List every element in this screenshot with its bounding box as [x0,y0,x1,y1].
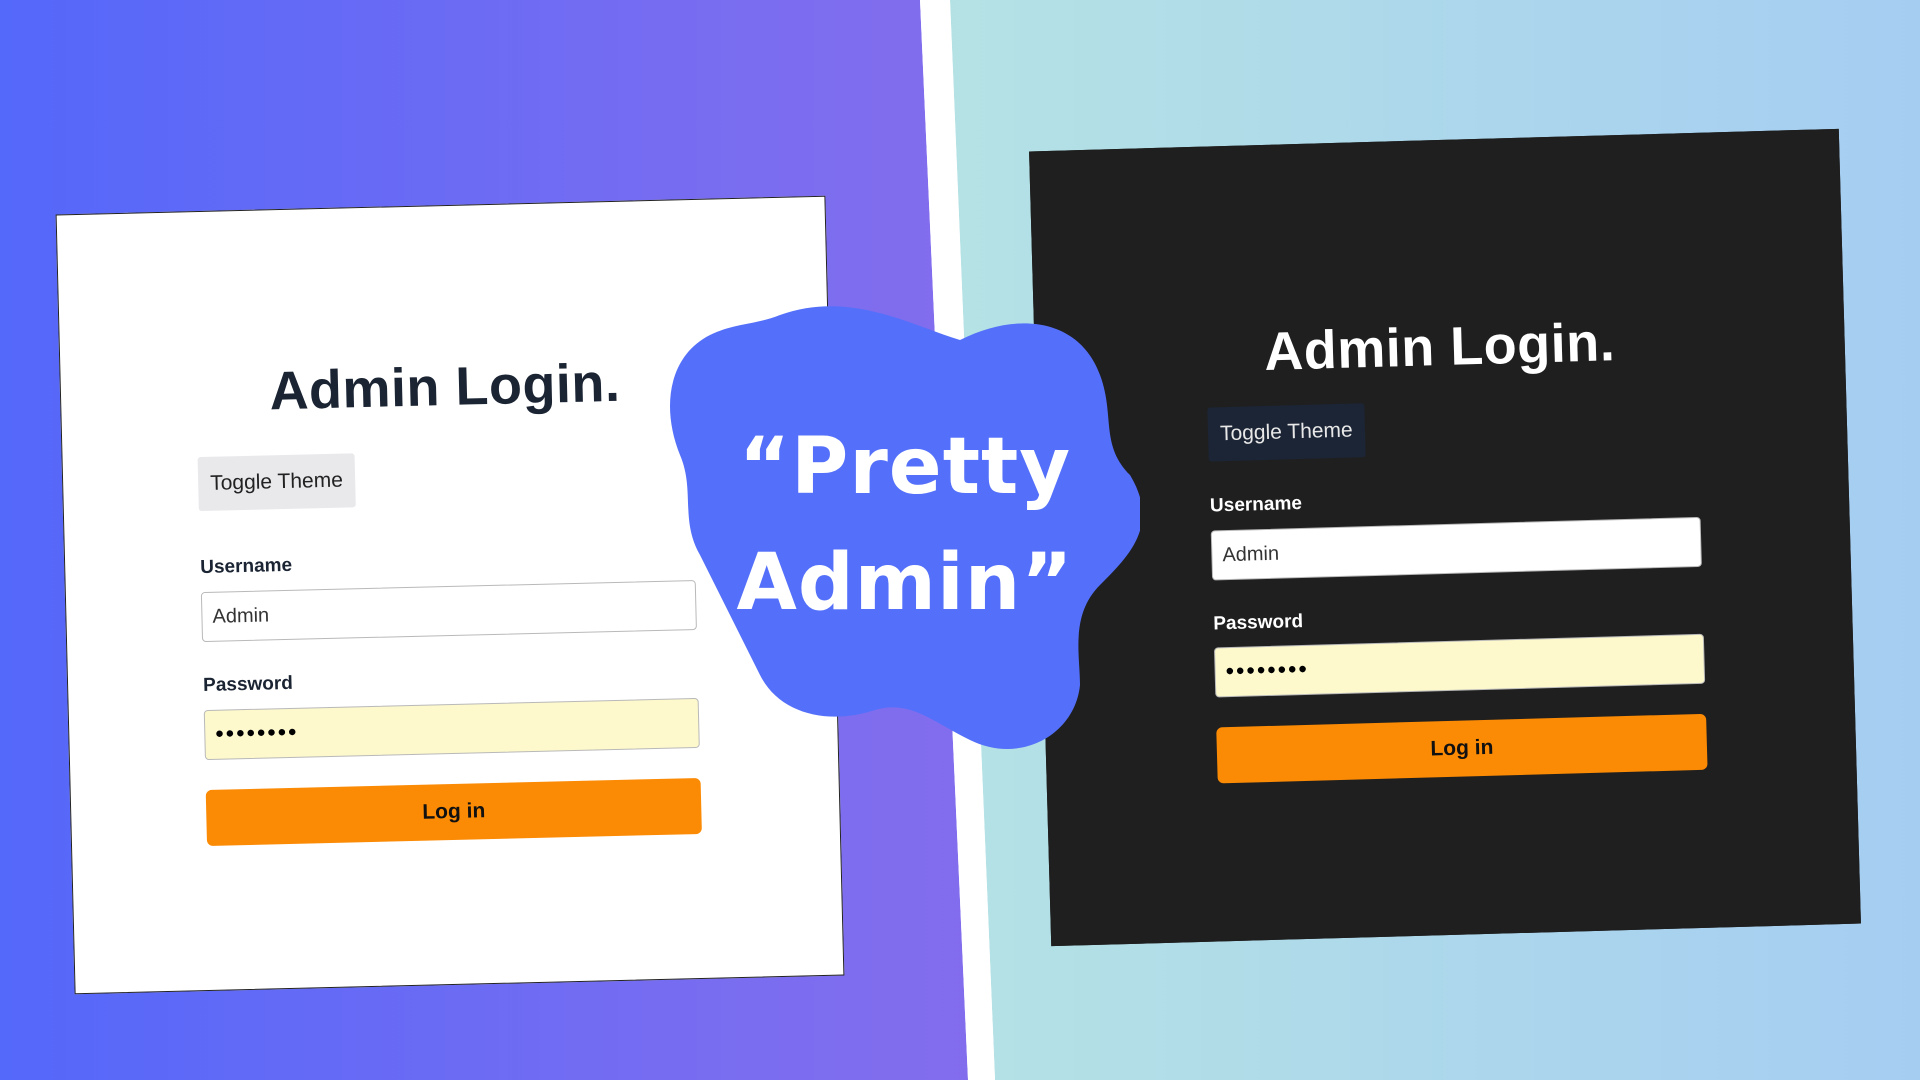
password-input[interactable]: •••••••• [203,697,700,761]
blob-caption: “Pretty Admin” [660,295,1140,755]
password-label: Password [1213,611,1304,635]
toggle-theme-button[interactable]: Toggle Theme [197,453,356,512]
username-label: Username [1209,492,1303,517]
thumbnail-stage: Admin Login. Toggle Theme Username Admin… [0,0,1920,1080]
toggle-theme-button[interactable]: Toggle Theme [1207,403,1366,462]
blob-caption-line-2: Admin” [736,538,1074,628]
password-input[interactable]: •••••••• [1213,633,1706,698]
username-input[interactable]: Admin [1210,516,1702,581]
login-button[interactable]: Log in [1216,713,1708,784]
password-label: Password [202,672,294,697]
username-label: Username [199,554,293,579]
login-title: Admin Login. [1263,312,1616,382]
blob-caption-line-1: “Pretty [738,422,1072,512]
title-blob: “Pretty Admin” [660,295,1140,755]
username-input[interactable]: Admin [200,579,697,643]
login-button[interactable]: Log in [205,777,702,847]
dark-login-card: Admin Login. Toggle Theme Username Admin… [1029,128,1861,947]
